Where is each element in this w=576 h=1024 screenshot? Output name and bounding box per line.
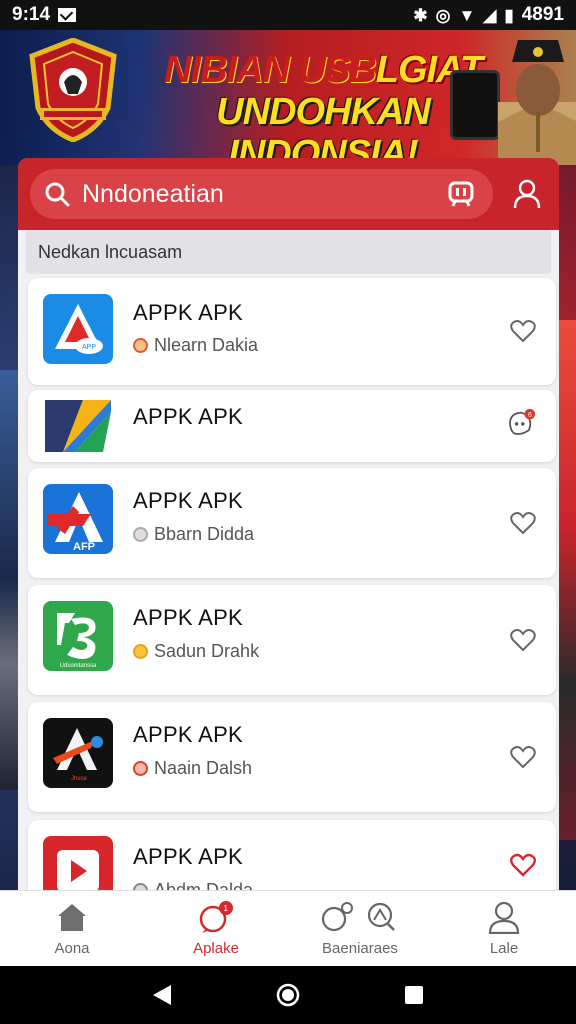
account-button[interactable] [507, 174, 547, 214]
signal-icon: ◢ [483, 5, 497, 25]
bluetooth-icon: ✱ [413, 5, 428, 25]
nav-label: Aplake [193, 940, 239, 957]
developer-name: Sadun Drahk [154, 641, 260, 661]
scan-icon [448, 181, 474, 207]
app-icon: Udsomtanssa [43, 601, 113, 671]
search-input[interactable] [82, 179, 441, 209]
status-time: 9:14 [12, 4, 51, 25]
app-developer: Bbarn Didda [133, 524, 254, 545]
list-item[interactable]: AFP APPK APK Bbarn Didda [28, 468, 556, 578]
system-nav-bar [0, 966, 576, 1024]
discover-icon [320, 900, 400, 934]
svg-text:6: 6 [528, 412, 532, 419]
phone-image [450, 70, 500, 140]
person-icon [487, 900, 521, 934]
heart-icon [510, 746, 536, 769]
nav-label: Lale [489, 940, 519, 957]
app-icon: AFP [43, 484, 113, 554]
favorite-button[interactable] [508, 850, 538, 880]
app-icon: APP [43, 294, 113, 364]
developer-badge-icon [133, 883, 148, 890]
app-name: APPK APK [133, 844, 244, 869]
search-icon[interactable] [44, 181, 70, 207]
app-name: APPK APK [133, 722, 244, 747]
app-store-panel: Nedkan lncuasam APP APPK APK Nlearn Daki… [18, 158, 559, 890]
wifi-icon: ▼ [458, 5, 476, 25]
list-item[interactable]: APPK APK 6 [28, 390, 556, 462]
list-item[interactable]: Udsomtanssa APPK APK Sadun Drahk [28, 585, 556, 695]
nav-tab-home[interactable]: Aona [0, 891, 144, 966]
nav-tab-apps[interactable]: 1 Aplake [144, 891, 288, 966]
recents-icon[interactable] [403, 984, 425, 1006]
user-icon [513, 179, 541, 209]
app-developer: Abdm Dalda [133, 880, 253, 890]
nav-tab-profile[interactable]: Lale [432, 891, 576, 966]
bottom-nav: Aona 1 Aplake Baeniaraes Lale [0, 890, 576, 966]
battery-icon: ▮ [504, 5, 514, 25]
heart-icon [510, 512, 536, 535]
app-developer: Nlearn Dakia [133, 335, 258, 356]
app-icon: Jhsce [43, 718, 113, 788]
list-item[interactable]: APPK APK Abdm Dalda [28, 820, 556, 890]
banner-title: NIBIAN USBLGIAT UNDOHKAN INDONSIA! [158, 49, 488, 165]
app-name: APPK APK [133, 404, 244, 429]
chat-icon: 1 [196, 900, 236, 934]
heart-icon [510, 629, 536, 652]
favorite-button[interactable] [508, 625, 538, 655]
emblem-logo [29, 38, 117, 142]
developer-name: Abdm Dalda [154, 880, 254, 890]
list-item[interactable]: APP APPK APK Nlearn Dakia [28, 278, 556, 385]
developer-name: Naain Dalsh [154, 758, 253, 778]
heart-icon [510, 320, 536, 343]
favorite-button[interactable] [508, 316, 538, 346]
banner-line-2: UNDOHKAN INDONSIA! [216, 90, 431, 165]
favorite-button[interactable] [508, 508, 538, 538]
app-icon [43, 392, 113, 460]
search-bar[interactable] [30, 169, 493, 219]
nav-label: Aona [54, 940, 90, 957]
battery-level: 4891 [521, 4, 564, 25]
developer-name: Nlearn Dakia [154, 335, 259, 355]
home-icon [55, 900, 89, 934]
nav-label: Baeniaraes [322, 940, 398, 957]
gmail-icon [58, 8, 77, 22]
icon-label: Udsomtanssa [60, 663, 97, 669]
app-name: APPK APK [133, 488, 244, 513]
developer-badge-icon [133, 338, 148, 353]
promo-banner[interactable]: NIBIAN USBLGIAT UNDOHKAN INDONSIA! [0, 30, 576, 165]
developer-badge-icon [133, 527, 148, 542]
app-name: APPK APK [133, 605, 244, 630]
favorite-button[interactable] [508, 742, 538, 772]
nav-tab-discover[interactable]: Baeniaraes [288, 891, 432, 966]
notification-button[interactable]: 6 [506, 408, 536, 438]
icon-label: Jhsce [71, 776, 87, 782]
back-icon[interactable] [151, 983, 173, 1007]
home-button-icon[interactable] [275, 982, 301, 1008]
heart-icon [510, 853, 536, 877]
app-name: APPK APK [133, 300, 244, 325]
banner-line-1a: NIBIAN USB [164, 49, 377, 91]
scan-button[interactable] [441, 174, 481, 214]
status-bar: 9:14 ✱ ◎ ▼ ◢ ▮ 4891 [0, 0, 576, 30]
icon-label: AFP [73, 541, 95, 553]
list-item[interactable]: Jhsce APPK APK Naain Dalsh [28, 702, 556, 812]
app-developer: Sadun Drahk [133, 641, 259, 662]
section-header: Nedkan lncuasam [26, 230, 551, 274]
developer-badge-icon [133, 644, 148, 659]
search-header [18, 158, 559, 230]
app-icon [43, 836, 113, 890]
svg-text:APP: APP [82, 344, 96, 351]
official-portrait [498, 40, 576, 165]
developer-badge-icon [133, 761, 148, 776]
developer-name: Bbarn Didda [154, 524, 255, 544]
svg-text:1: 1 [224, 904, 229, 913]
app-developer: Naain Dalsh [133, 758, 252, 779]
alarm-icon: ◎ [435, 5, 451, 25]
notification-bell-icon: 6 [509, 408, 536, 435]
